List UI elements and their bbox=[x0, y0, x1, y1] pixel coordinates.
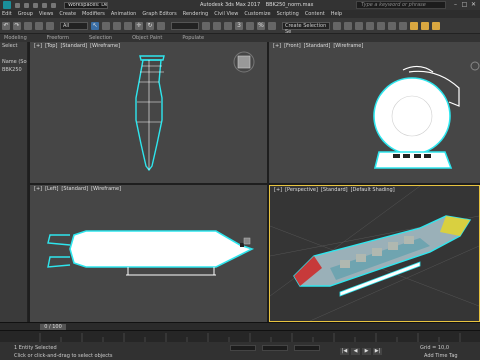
menu-modifiers[interactable]: Modifiers bbox=[82, 11, 105, 17]
percent-snap-icon[interactable]: % bbox=[257, 21, 265, 30]
open-file-icon[interactable] bbox=[24, 2, 29, 8]
scale-icon[interactable] bbox=[157, 21, 165, 30]
app-logo-icon[interactable] bbox=[3, 1, 11, 9]
scene-row[interactable] bbox=[0, 50, 27, 58]
viewport-left[interactable]: [+] [Left] [Standard] [Wireframe] bbox=[30, 185, 267, 322]
ribbon-tab-modeling[interactable]: Modeling bbox=[4, 35, 27, 41]
viewport-top[interactable]: [+] [Top] [Standard] [Wireframe] bbox=[30, 42, 267, 183]
menu-content[interactable]: Content bbox=[305, 11, 325, 17]
prompt-line: Click or click-and-drag to select object… bbox=[14, 353, 113, 359]
scene-row[interactable]: BBK250 bbox=[0, 66, 27, 74]
workspace-dropdown[interactable]: Workspaces: Default bbox=[64, 1, 108, 9]
menu-create[interactable]: Create bbox=[59, 11, 76, 17]
viewport-front[interactable]: [+] [Front] [Standard] [Wireframe] bbox=[269, 42, 480, 183]
mirror-icon[interactable] bbox=[333, 21, 341, 30]
menu-help[interactable]: Help bbox=[331, 11, 342, 17]
play-icon[interactable]: ▶ bbox=[362, 348, 371, 355]
redo-icon[interactable] bbox=[51, 2, 56, 8]
app-name: Autodesk 3ds Max 2017 bbox=[200, 2, 261, 8]
layer-explorer-icon[interactable] bbox=[355, 21, 363, 30]
scene-row[interactable]: Name (Sorted Ascer bbox=[0, 58, 27, 66]
file-name: BBK250_norm.max bbox=[265, 2, 314, 8]
ribbon-tabs: Modeling Freeform Selection Object Paint Pop… bbox=[0, 34, 480, 42]
menu-views[interactable]: Views bbox=[39, 11, 53, 17]
menu-customize[interactable]: Customize bbox=[244, 11, 270, 17]
menu-scripting[interactable]: Scripting bbox=[277, 11, 299, 17]
menu-rendering[interactable]: Rendering bbox=[183, 11, 209, 17]
close-icon[interactable]: ✕ bbox=[469, 1, 478, 9]
menu-animation[interactable]: Animation bbox=[111, 11, 137, 17]
select-object-icon[interactable]: ↖ bbox=[91, 21, 99, 30]
menu-group[interactable]: Group bbox=[18, 11, 33, 17]
select-by-name-icon[interactable] bbox=[102, 21, 110, 30]
goto-start-icon[interactable]: |◀ bbox=[340, 348, 349, 355]
viewport-area: [+] [Top] [Standard] [Wireframe] [+] [Front]… bbox=[28, 42, 480, 322]
window-title: Autodesk 3ds Max 2017 BBK250_norm.max bbox=[200, 2, 317, 8]
link-icon[interactable] bbox=[24, 21, 32, 30]
save-file-icon[interactable] bbox=[33, 2, 38, 8]
undo-icon[interactable] bbox=[42, 2, 47, 8]
x-coordinate-field[interactable] bbox=[230, 345, 256, 351]
named-selection-dropdown[interactable]: Create Selection Se bbox=[282, 21, 330, 35]
viewcube-icon[interactable] bbox=[233, 51, 255, 73]
rotate-icon[interactable]: ↻ bbox=[146, 21, 154, 30]
spinner-snap-icon[interactable] bbox=[268, 21, 276, 30]
prev-frame-icon[interactable]: ◀ bbox=[351, 348, 360, 355]
window-crossing-icon[interactable] bbox=[124, 21, 132, 30]
scene-explorer: Select Name (Sorted AscerBBK250 bbox=[0, 42, 28, 322]
z-coordinate-field[interactable] bbox=[294, 345, 320, 351]
ribbon-tab-freeform[interactable]: Freeform bbox=[47, 35, 69, 41]
playback-controls: |◀ ◀ ▶ ▶| bbox=[340, 348, 384, 355]
perspective-view-model bbox=[270, 186, 479, 321]
render-production-icon[interactable] bbox=[432, 21, 440, 30]
selection-filter-dropdown[interactable]: All bbox=[60, 21, 88, 30]
viewcube-icon[interactable] bbox=[243, 237, 251, 245]
redo-icon[interactable]: ↷ bbox=[13, 21, 21, 30]
selection-status: 1 Entity Selected bbox=[14, 345, 57, 351]
render-setup-icon[interactable] bbox=[410, 21, 418, 30]
status-bar: 1 Entity Selected Click or click-and-dra… bbox=[0, 342, 480, 360]
track-bar[interactable] bbox=[0, 330, 480, 343]
menu-bar: Edit Group Views Create Modifiers Animation Gr… bbox=[0, 10, 480, 18]
align-icon[interactable] bbox=[344, 21, 352, 30]
keyboard-shortcut-icon[interactable] bbox=[224, 21, 232, 30]
ribbon-tab-object-paint[interactable]: Object Paint bbox=[132, 35, 162, 41]
schematic-view-icon[interactable] bbox=[388, 21, 396, 30]
move-icon[interactable]: ✛ bbox=[135, 21, 143, 30]
material-editor-icon[interactable] bbox=[399, 21, 407, 30]
reference-coord-dropdown[interactable] bbox=[171, 21, 199, 30]
bind-spacewarp-icon[interactable] bbox=[46, 21, 54, 30]
title-bar: Workspaces: Default Autodesk 3ds Max 201… bbox=[0, 0, 480, 10]
manipulate-icon[interactable] bbox=[213, 21, 221, 30]
viewport-perspective[interactable]: [+] [Perspective] [Standard] [Default Shadi… bbox=[269, 185, 480, 322]
main-toolbar: ↶ ↷ All ↖ ✛ ↻ 3 % Create Selection Se bbox=[0, 18, 480, 35]
time-slider[interactable]: 0 / 100 bbox=[0, 322, 480, 330]
angle-snap-icon[interactable] bbox=[246, 21, 254, 30]
left-view-wireframe bbox=[47, 230, 255, 276]
rendered-frame-icon[interactable] bbox=[421, 21, 429, 30]
grid-size: Grid = 10,0 bbox=[420, 345, 449, 351]
unlink-icon[interactable] bbox=[35, 21, 43, 30]
y-coordinate-field[interactable] bbox=[262, 345, 288, 351]
menu-graph-editors[interactable]: Graph Editors bbox=[142, 11, 176, 17]
top-view-wireframe bbox=[135, 51, 255, 172]
pivot-icon[interactable] bbox=[202, 21, 210, 30]
scene-row[interactable]: Select bbox=[0, 42, 27, 50]
minimize-icon[interactable]: – bbox=[451, 1, 460, 9]
ribbon-tab-populate[interactable]: Populate bbox=[182, 35, 204, 41]
add-time-tag[interactable]: Add Time Tag bbox=[424, 353, 458, 359]
curve-editor-icon[interactable] bbox=[377, 21, 385, 30]
front-view-wireframe bbox=[373, 61, 480, 169]
ribbon-tab-selection[interactable]: Selection bbox=[89, 35, 112, 41]
graphite-toggle-icon[interactable] bbox=[366, 21, 374, 30]
undo-icon[interactable]: ↶ bbox=[2, 21, 10, 30]
search-input[interactable]: Type a keyword or phrase bbox=[356, 1, 446, 9]
rect-selection-icon[interactable] bbox=[113, 21, 121, 30]
new-file-icon[interactable] bbox=[15, 2, 20, 8]
menu-edit[interactable]: Edit bbox=[2, 11, 12, 17]
next-frame-icon[interactable]: ▶| bbox=[373, 348, 382, 355]
maximize-icon[interactable]: □ bbox=[460, 1, 469, 9]
menu-civil-view[interactable]: Civil View bbox=[214, 11, 238, 17]
snap-toggle-icon[interactable]: 3 bbox=[235, 21, 243, 30]
